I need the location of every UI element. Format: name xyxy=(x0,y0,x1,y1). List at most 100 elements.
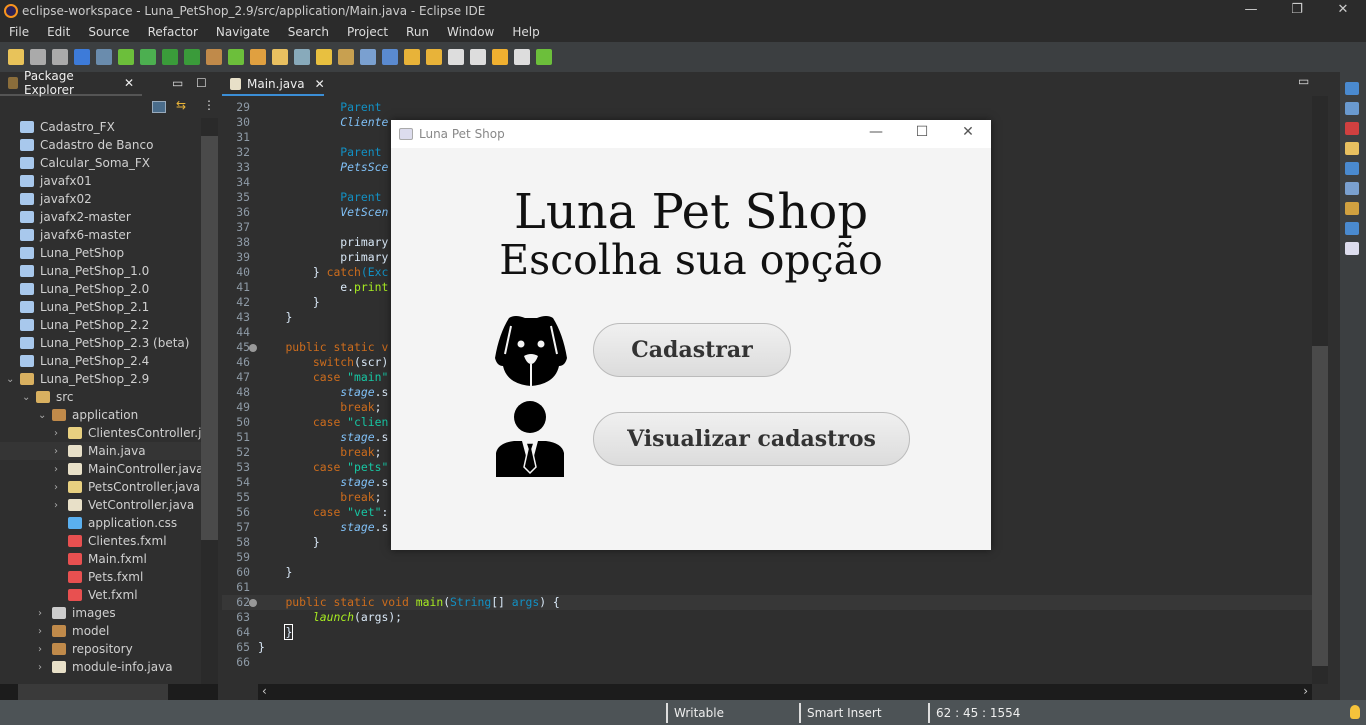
tree-item[interactable]: Luna_PetShop_2.0 xyxy=(0,280,201,298)
tree-item[interactable]: Cadastro de Banco xyxy=(0,136,201,154)
maximize-view-button[interactable]: ☐ xyxy=(196,76,207,90)
toolbar-button-10[interactable] xyxy=(206,49,222,65)
menu-edit[interactable]: Edit xyxy=(38,25,79,39)
chevron-right-icon[interactable]: › xyxy=(38,608,48,619)
tree-item[interactable]: Vet.fxml xyxy=(0,586,201,604)
tree-horizontal-scrollbar[interactable] xyxy=(0,684,218,700)
menu-navigate[interactable]: Navigate xyxy=(207,25,279,39)
code-line[interactable]: 28 xyxy=(222,85,1312,100)
trim-button-4[interactable] xyxy=(1345,142,1359,155)
tree-item[interactable]: Luna_PetShop_2.4 xyxy=(0,352,201,370)
tree-item[interactable]: Luna_PetShop_2.3 (beta) xyxy=(0,334,201,352)
tab-package-explorer[interactable]: Package Explorer ✕ xyxy=(0,69,142,97)
chevron-right-icon[interactable]: › xyxy=(54,446,64,457)
code-line[interactable]: 64 } xyxy=(222,624,1312,640)
editor-vertical-scrollbar[interactable] xyxy=(1312,96,1328,684)
tree-item[interactable]: application.css xyxy=(0,514,201,532)
trim-button-1[interactable] xyxy=(1345,82,1359,95)
tree-item[interactable]: javafx02 xyxy=(0,190,201,208)
minimize-button[interactable]: — xyxy=(1228,0,1274,22)
code-line[interactable]: 63 launch(args); xyxy=(222,610,1312,625)
minimize-editor-button[interactable]: ▭ xyxy=(1298,74,1309,88)
tree-item[interactable]: › module-info.java xyxy=(0,658,201,676)
toolbar-button-25[interactable] xyxy=(536,49,552,65)
tree-item[interactable]: javafx01 xyxy=(0,172,201,190)
tree-item[interactable]: ⌄ src xyxy=(0,388,201,406)
menu-search[interactable]: Search xyxy=(279,25,338,39)
dialog-minimize-button[interactable]: — xyxy=(853,124,899,140)
lightbulb-icon[interactable] xyxy=(1350,705,1360,719)
tree-item[interactable]: Pets.fxml xyxy=(0,568,201,586)
trim-button-2[interactable] xyxy=(1345,102,1359,115)
tree-item[interactable]: Luna_PetShop xyxy=(0,244,201,262)
chevron-right-icon[interactable]: › xyxy=(54,464,64,475)
toolbar-button-20[interactable] xyxy=(426,49,442,65)
trim-button-8[interactable] xyxy=(1345,222,1359,235)
toolbar-button-16[interactable] xyxy=(338,49,354,65)
code-line[interactable]: 62 public static void main(String[] args… xyxy=(222,595,1312,610)
tree-vertical-scrollbar[interactable] xyxy=(201,118,218,684)
code-line[interactable]: 60 } xyxy=(222,565,1312,580)
tree-item[interactable]: ⌄ Luna_PetShop_2.9 xyxy=(0,370,201,388)
toolbar-button-9[interactable] xyxy=(184,49,200,65)
tree-item[interactable]: Main.fxml xyxy=(0,550,201,568)
toolbar-button-13[interactable] xyxy=(272,49,288,65)
chevron-right-icon[interactable]: › xyxy=(54,500,64,511)
toolbar-button-15[interactable] xyxy=(316,49,332,65)
tree-item[interactable]: Calcular_Soma_FX xyxy=(0,154,201,172)
close-button[interactable]: ✕ xyxy=(1320,0,1366,22)
visualizar-cadastros-button[interactable]: Visualizar cadastros xyxy=(593,412,910,466)
toolbar-button-24[interactable] xyxy=(514,49,530,65)
menu-refactor[interactable]: Refactor xyxy=(139,25,207,39)
cadastrar-button[interactable]: Cadastrar xyxy=(593,323,791,377)
tree-item[interactable]: › VetController.java xyxy=(0,496,201,514)
dialog-close-button[interactable]: ✕ xyxy=(945,124,991,140)
trim-button-6[interactable] xyxy=(1345,182,1359,195)
tree-item[interactable]: › repository xyxy=(0,640,201,658)
tree-item[interactable]: › MainController.java xyxy=(0,460,201,478)
toolbar-button-7[interactable] xyxy=(140,49,156,65)
fold-toggle-icon[interactable] xyxy=(249,599,257,607)
chevron-right-icon[interactable]: › xyxy=(38,626,48,637)
tree-item[interactable]: › ClientesController.java xyxy=(0,424,201,442)
view-menu-button[interactable]: ⋮ xyxy=(203,98,215,112)
chevron-down-icon[interactable]: ⌄ xyxy=(38,410,48,421)
tree-item[interactable]: › Main.java xyxy=(0,442,201,460)
menu-project[interactable]: Project xyxy=(338,25,397,39)
chevron-right-icon[interactable]: › xyxy=(38,662,48,673)
code-line[interactable]: 59 xyxy=(222,550,1312,565)
collapse-all-button[interactable] xyxy=(152,101,166,113)
trim-button-3[interactable] xyxy=(1345,122,1359,135)
code-line[interactable]: 61 xyxy=(222,580,1312,595)
tree-item[interactable]: › images xyxy=(0,604,201,622)
toolbar-button-14[interactable] xyxy=(294,49,310,65)
chevron-right-icon[interactable]: › xyxy=(38,644,48,655)
toolbar-button-5[interactable] xyxy=(96,49,112,65)
toolbar-button-11[interactable] xyxy=(228,49,244,65)
close-icon[interactable]: ✕ xyxy=(124,76,134,90)
minimize-view-button[interactable]: ▭ xyxy=(172,76,183,90)
toolbar-button-22[interactable] xyxy=(470,49,486,65)
toolbar-button-12[interactable] xyxy=(250,49,266,65)
trim-button-5[interactable] xyxy=(1345,162,1359,175)
trim-button-9[interactable] xyxy=(1345,242,1359,255)
editor-horizontal-scrollbar[interactable]: ‹ › xyxy=(258,684,1312,700)
menu-window[interactable]: Window xyxy=(438,25,503,39)
trim-button-7[interactable] xyxy=(1345,202,1359,215)
restore-button[interactable]: ❐ xyxy=(1274,0,1320,22)
link-with-editor-button[interactable]: ⇆ xyxy=(176,98,186,112)
chevron-down-icon[interactable]: ⌄ xyxy=(6,374,16,385)
chevron-down-icon[interactable]: ⌄ xyxy=(22,392,32,403)
toolbar-button-3[interactable] xyxy=(52,49,68,65)
chevron-right-icon[interactable]: › xyxy=(54,428,64,439)
toolbar-button-19[interactable] xyxy=(404,49,420,65)
tree-item[interactable]: Luna_PetShop_2.2 xyxy=(0,316,201,334)
tree-item[interactable]: Clientes.fxml xyxy=(0,532,201,550)
tree-item[interactable]: › model xyxy=(0,622,201,640)
tree-item[interactable]: › PetsController.java xyxy=(0,478,201,496)
menu-file[interactable]: File xyxy=(0,25,38,39)
toolbar-button-21[interactable] xyxy=(448,49,464,65)
toolbar-button-2[interactable] xyxy=(30,49,46,65)
dialog-maximize-button[interactable]: ☐ xyxy=(899,124,945,140)
menu-help[interactable]: Help xyxy=(503,25,548,39)
